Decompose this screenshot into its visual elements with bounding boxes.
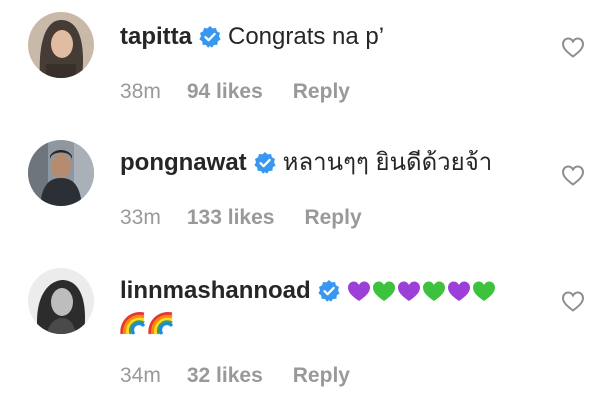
comment-line: linnmashannoad (120, 276, 540, 306)
emoji-hearts (347, 279, 497, 303)
avatar-photo (28, 12, 94, 78)
comment-1: tapitta Congrats na p’ 38m 94 likes Repl… (0, 0, 600, 126)
avatar[interactable] (28, 140, 94, 206)
comment-meta: 34m 32 likes Reply (120, 364, 350, 388)
reply-button[interactable]: Reply (293, 80, 350, 104)
comment-text: Congrats na p’ (228, 23, 385, 50)
verified-badge-icon (254, 152, 276, 174)
reply-button[interactable]: Reply (304, 206, 361, 230)
avatar-photo (28, 140, 94, 206)
likes-count[interactable]: 133 likes (187, 206, 275, 230)
heart-outline-icon[interactable] (561, 164, 585, 186)
username[interactable]: linnmashannoad (120, 276, 311, 306)
username[interactable]: pongnawat (120, 148, 247, 178)
heart-outline-icon[interactable] (561, 36, 585, 58)
timestamp: 38m (120, 80, 161, 103)
timestamp: 33m (120, 206, 161, 229)
verified-badge-icon (199, 26, 221, 48)
heart-outline-icon[interactable] (561, 290, 585, 312)
avatar[interactable] (28, 12, 94, 78)
purple-heart-icon (447, 281, 470, 301)
comment-2: pongnawat หลานๆๆ ยินดีด้วยจ้า 33m 133 li… (0, 126, 600, 254)
reply-button[interactable]: Reply (293, 364, 350, 388)
comment-text: หลานๆๆ ยินดีด้วยจ้า (282, 149, 493, 176)
comment-line: pongnawat หลานๆๆ ยินดีด้วยจ้า (120, 148, 540, 178)
purple-heart-icon (347, 281, 370, 301)
comment-meta: 38m 94 likes Reply (120, 80, 350, 104)
likes-count[interactable]: 94 likes (187, 80, 263, 104)
timestamp: 34m (120, 364, 161, 387)
verified-badge-icon (318, 280, 340, 302)
rainbow-icon (120, 312, 146, 335)
green-heart-icon (472, 281, 495, 301)
comment-line: tapitta Congrats na p’ (120, 22, 540, 52)
emoji-rainbows (120, 308, 540, 338)
rainbow-icon (148, 312, 174, 335)
likes-count[interactable]: 32 likes (187, 364, 263, 388)
green-heart-icon (372, 281, 395, 301)
comment-3: linnmashannoad 34m 32 likes Reply (0, 254, 600, 408)
avatar[interactable] (28, 268, 94, 334)
purple-heart-icon (397, 281, 420, 301)
avatar-photo (28, 268, 94, 334)
green-heart-icon (422, 281, 445, 301)
comment-meta: 33m 133 likes Reply (120, 206, 362, 230)
username[interactable]: tapitta (120, 22, 192, 52)
